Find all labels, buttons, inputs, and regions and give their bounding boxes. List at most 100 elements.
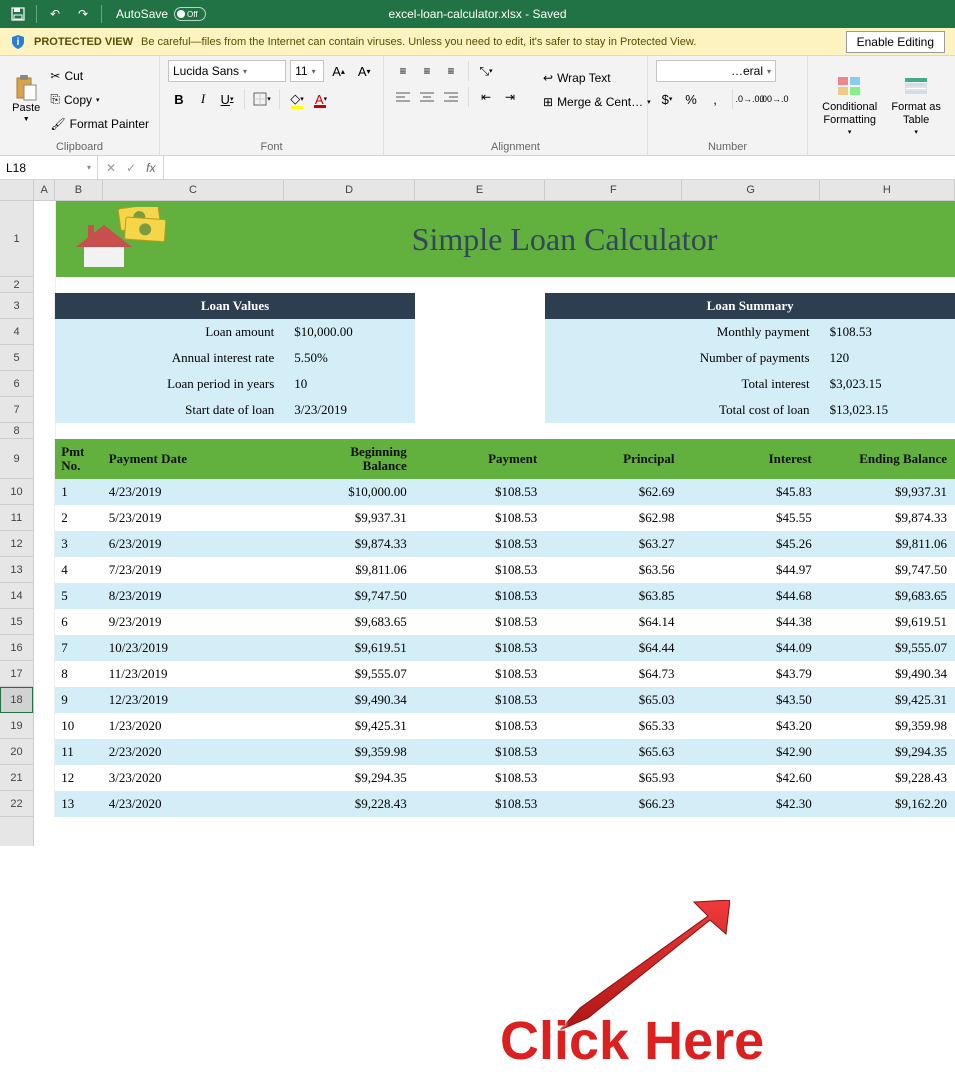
save-icon[interactable] [6,3,30,25]
row-header-15[interactable]: 15 [0,609,33,635]
loan-value-label: Loan period in years [55,371,284,397]
underline-button[interactable]: U▾ [216,88,238,110]
table-row: 25/23/2019$9,937.31$108.53$62.98$45.55$9… [34,505,955,531]
cell-pmt-no: 6 [55,609,102,635]
row-header-11[interactable]: 11 [0,505,33,531]
row-header-20[interactable]: 20 [0,739,33,765]
cell-ending: $9,619.51 [820,609,955,635]
paste-button[interactable]: Paste ▼ [8,60,44,139]
row-header-16[interactable]: 16 [0,635,33,661]
cell-interest: $45.26 [682,531,819,557]
align-middle-icon[interactable]: ≡ [416,60,438,82]
cell-payment: $108.53 [415,609,545,635]
cell-begin: $9,228.43 [284,791,414,817]
wrap-text-button[interactable]: ↩ Wrap Text [541,67,653,89]
increase-font-icon[interactable]: A▴ [328,60,350,82]
redo-icon[interactable]: ↷ [71,3,95,25]
increase-indent-icon[interactable]: ⇥ [499,86,521,108]
cell-ending: $9,874.33 [820,505,955,531]
number-format-combo[interactable]: …eral ▾ [656,60,776,82]
value-row: Loan amount$10,000.00Monthly payment$108… [34,319,955,345]
column-header-D[interactable]: D [284,180,414,200]
select-all-corner[interactable] [0,180,33,201]
format-as-table-button[interactable]: Format as Table ▾ [887,60,945,151]
name-box[interactable]: L18 ▾ [0,156,98,179]
increase-decimal-icon[interactable]: .0→.00 [739,88,761,110]
row-header-2[interactable]: 2 [0,277,33,293]
table-header-row: Pmt No. Payment Date Beginning Balance P… [34,439,955,479]
align-center-icon[interactable] [416,86,438,108]
row-header-5[interactable]: 5 [0,345,33,371]
loan-summary-value: $13,023.15 [820,397,955,423]
row-header-6[interactable]: 6 [0,371,33,397]
cell-begin: $9,359.98 [284,739,414,765]
alignment-group-label: Alignment [392,139,639,153]
loan-summary-value: $3,023.15 [820,371,955,397]
cell-interest: $42.90 [682,739,819,765]
borders-button[interactable]: ▾ [251,88,273,110]
column-header-H[interactable]: H [820,180,955,200]
cancel-icon[interactable]: ✕ [106,161,116,175]
loan-summary-label: Monthly payment [545,319,819,345]
cut-button[interactable]: ✂ Cut [48,65,151,87]
font-size-combo[interactable]: 11 ▾ [290,60,324,82]
row-header-4[interactable]: 4 [0,319,33,345]
loan-value-label: Loan amount [55,319,284,345]
worksheet-grid[interactable]: Simple Loan Calculator Loan Values Loan … [34,201,955,817]
font-color-button[interactable]: A ▾ [310,88,332,110]
row-header-13[interactable]: 13 [0,557,33,583]
row-header-3[interactable]: 3 [0,293,33,319]
row-header-12[interactable]: 12 [0,531,33,557]
chevron-down-icon: ▾ [312,67,316,76]
conditional-formatting-icon [838,75,862,99]
table-row: 912/23/2019$9,490.34$108.53$65.03$43.50$… [34,687,955,713]
column-header-G[interactable]: G [682,180,819,200]
undo-icon[interactable]: ↶ [43,3,67,25]
align-left-icon[interactable] [392,86,414,108]
row-header-19[interactable]: 19 [0,713,33,739]
conditional-formatting-button[interactable]: Conditional Formatting ▾ [816,60,883,151]
column-header-E[interactable]: E [415,180,545,200]
column-header-C[interactable]: C [103,180,285,200]
row-header-8[interactable]: 8 [0,423,33,439]
autosave-toggle[interactable]: Off [174,7,206,21]
fx-icon[interactable]: fx [146,161,155,175]
decrease-indent-icon[interactable]: ⇤ [475,86,497,108]
align-top-icon[interactable]: ≡ [392,60,414,82]
format-painter-button[interactable]: 🖌 Format Painter [48,113,151,135]
bold-button[interactable]: B [168,88,190,110]
row-header-1[interactable]: 1 [0,201,33,277]
percent-format-icon[interactable]: % [680,88,702,110]
column-header-F[interactable]: F [545,180,682,200]
comma-format-icon[interactable]: , [704,88,726,110]
orientation-icon[interactable]: ⤡▾ [475,60,497,82]
row-header-17[interactable]: 17 [0,661,33,687]
loan-value: 3/23/2019 [284,397,415,423]
row-header-10[interactable]: 10 [0,479,33,505]
cell-payment: $108.53 [415,505,545,531]
shield-icon: i [10,34,26,50]
decrease-decimal-icon[interactable]: .00→.0 [763,88,785,110]
merge-center-button[interactable]: ⊞ Merge & Cent… ▾ [541,91,653,113]
decrease-font-icon[interactable]: A▾ [353,60,375,82]
column-header-A[interactable]: A [34,180,55,200]
italic-button[interactable]: I [192,88,214,110]
accounting-format-icon[interactable]: $▾ [656,88,678,110]
cell-payment: $108.53 [415,791,545,817]
row-header-21[interactable]: 21 [0,765,33,791]
copy-button[interactable]: ⎘ Copy ▾ [48,89,151,111]
enable-editing-button[interactable]: Enable Editing [846,31,945,53]
align-bottom-icon[interactable]: ≡ [440,60,462,82]
align-right-icon[interactable] [440,86,462,108]
enter-icon[interactable]: ✓ [126,161,136,175]
row-header-14[interactable]: 14 [0,583,33,609]
clipboard-group-label: Clipboard [8,139,151,153]
row-header-7[interactable]: 7 [0,397,33,423]
row-header-9[interactable]: 9 [0,439,33,479]
font-name-combo[interactable]: Lucida Sans ▾ [168,60,286,82]
row-header-22[interactable]: 22 [0,791,33,817]
cell-begin: $9,811.06 [284,557,414,583]
column-header-B[interactable]: B [55,180,102,200]
row-header-18[interactable]: 18 [0,687,33,713]
fill-color-button[interactable]: ◇ ▾ [286,88,308,110]
